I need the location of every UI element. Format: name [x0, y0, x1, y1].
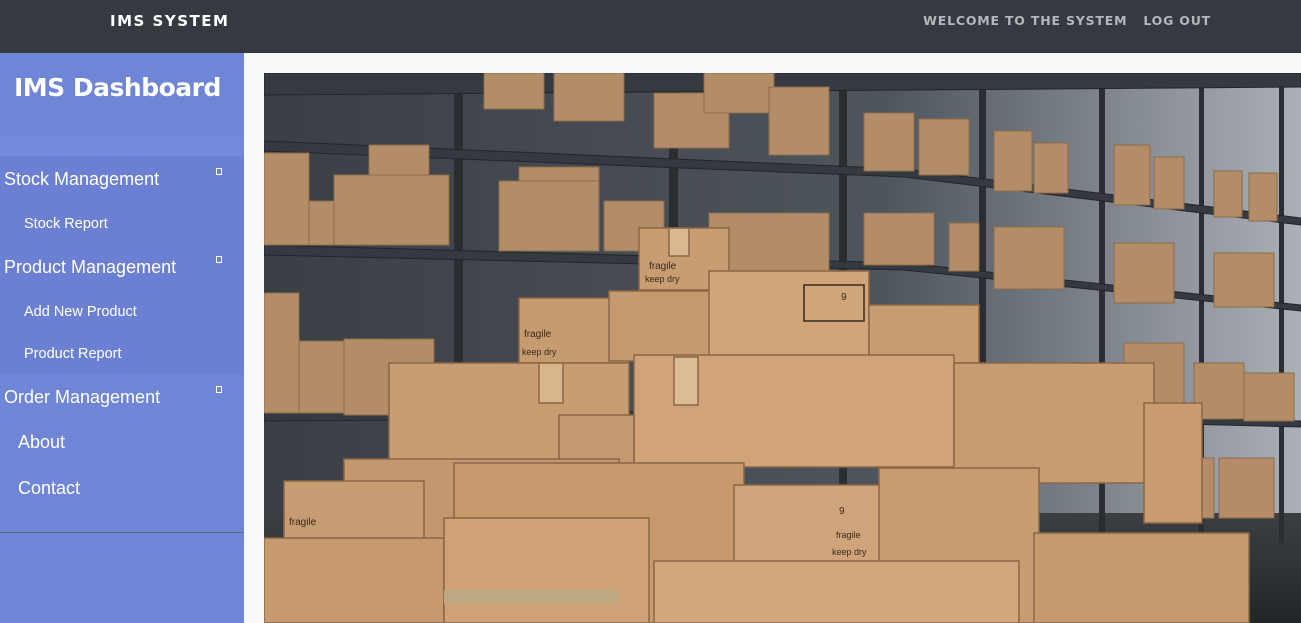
top-navbar: IMS SYSTEM WELCOME TO THE SYSTEM LOG OUT — [0, 0, 1301, 53]
sidebar-divider — [0, 532, 244, 533]
menu-contact[interactable]: Contact — [0, 466, 244, 512]
menu-contact-label: Contact — [18, 478, 81, 498]
sidebar: IMS Dashboard Stock Management Stock Rep… — [0, 53, 244, 623]
product-management-group: Product Management Add New Product Produ… — [0, 244, 244, 374]
sidebar-menu: Stock Management Stock Report Product Ma… — [0, 156, 244, 512]
sidebar-title-strip — [0, 136, 244, 156]
dropdown-caret-icon — [216, 256, 222, 263]
menu-stock-management[interactable]: Stock Management — [0, 156, 244, 202]
box-label-fragile-1: fragile — [649, 261, 677, 272]
menu-product-management[interactable]: Product Management — [0, 244, 244, 290]
navbar-links: WELCOME TO THE SYSTEM LOG OUT — [923, 13, 1211, 28]
box-label-keep-dry-3: keep dry — [832, 547, 867, 557]
stock-management-group: Stock Management Stock Report — [0, 156, 244, 244]
box-label-fragile-3: fragile — [289, 517, 317, 528]
menu-stock-report-label: Stock Report — [24, 216, 108, 232]
welcome-link[interactable]: WELCOME TO THE SYSTEM — [923, 13, 1127, 28]
sidebar-title: IMS Dashboard — [14, 73, 221, 102]
menu-stock-report[interactable]: Stock Report — [0, 202, 244, 244]
menu-add-new-product[interactable]: Add New Product — [0, 290, 244, 332]
menu-order-management-label: Order Management — [4, 387, 161, 407]
box-label-fragile-2: fragile — [524, 329, 552, 340]
dropdown-caret-icon — [216, 168, 222, 175]
warehouse-boxes-image: fragile keep dry fragile keep dry 9 frag… — [264, 73, 1301, 623]
menu-stock-management-label: Stock Management — [4, 169, 160, 189]
dropdown-caret-icon — [216, 386, 222, 393]
menu-product-report[interactable]: Product Report — [0, 332, 244, 374]
menu-product-report-label: Product Report — [24, 346, 122, 362]
hero-image: fragile keep dry fragile keep dry 9 frag… — [264, 73, 1301, 623]
box-label-nine-1: 9 — [841, 292, 847, 303]
box-label-keep-dry-1: keep dry — [645, 274, 680, 284]
menu-order-management[interactable]: Order Management — [0, 374, 244, 420]
menu-about-label: About — [18, 432, 66, 452]
navbar-brand[interactable]: IMS SYSTEM — [110, 12, 229, 30]
logout-link[interactable]: LOG OUT — [1143, 13, 1211, 28]
menu-about[interactable]: About — [0, 420, 244, 466]
menu-add-new-product-label: Add New Product — [24, 304, 137, 320]
menu-product-management-label: Product Management — [4, 257, 177, 277]
box-label-fragile-4: fragile — [836, 530, 861, 540]
box-label-nine-2: 9 — [839, 506, 845, 517]
box-label-keep-dry-2: keep dry — [522, 347, 557, 357]
